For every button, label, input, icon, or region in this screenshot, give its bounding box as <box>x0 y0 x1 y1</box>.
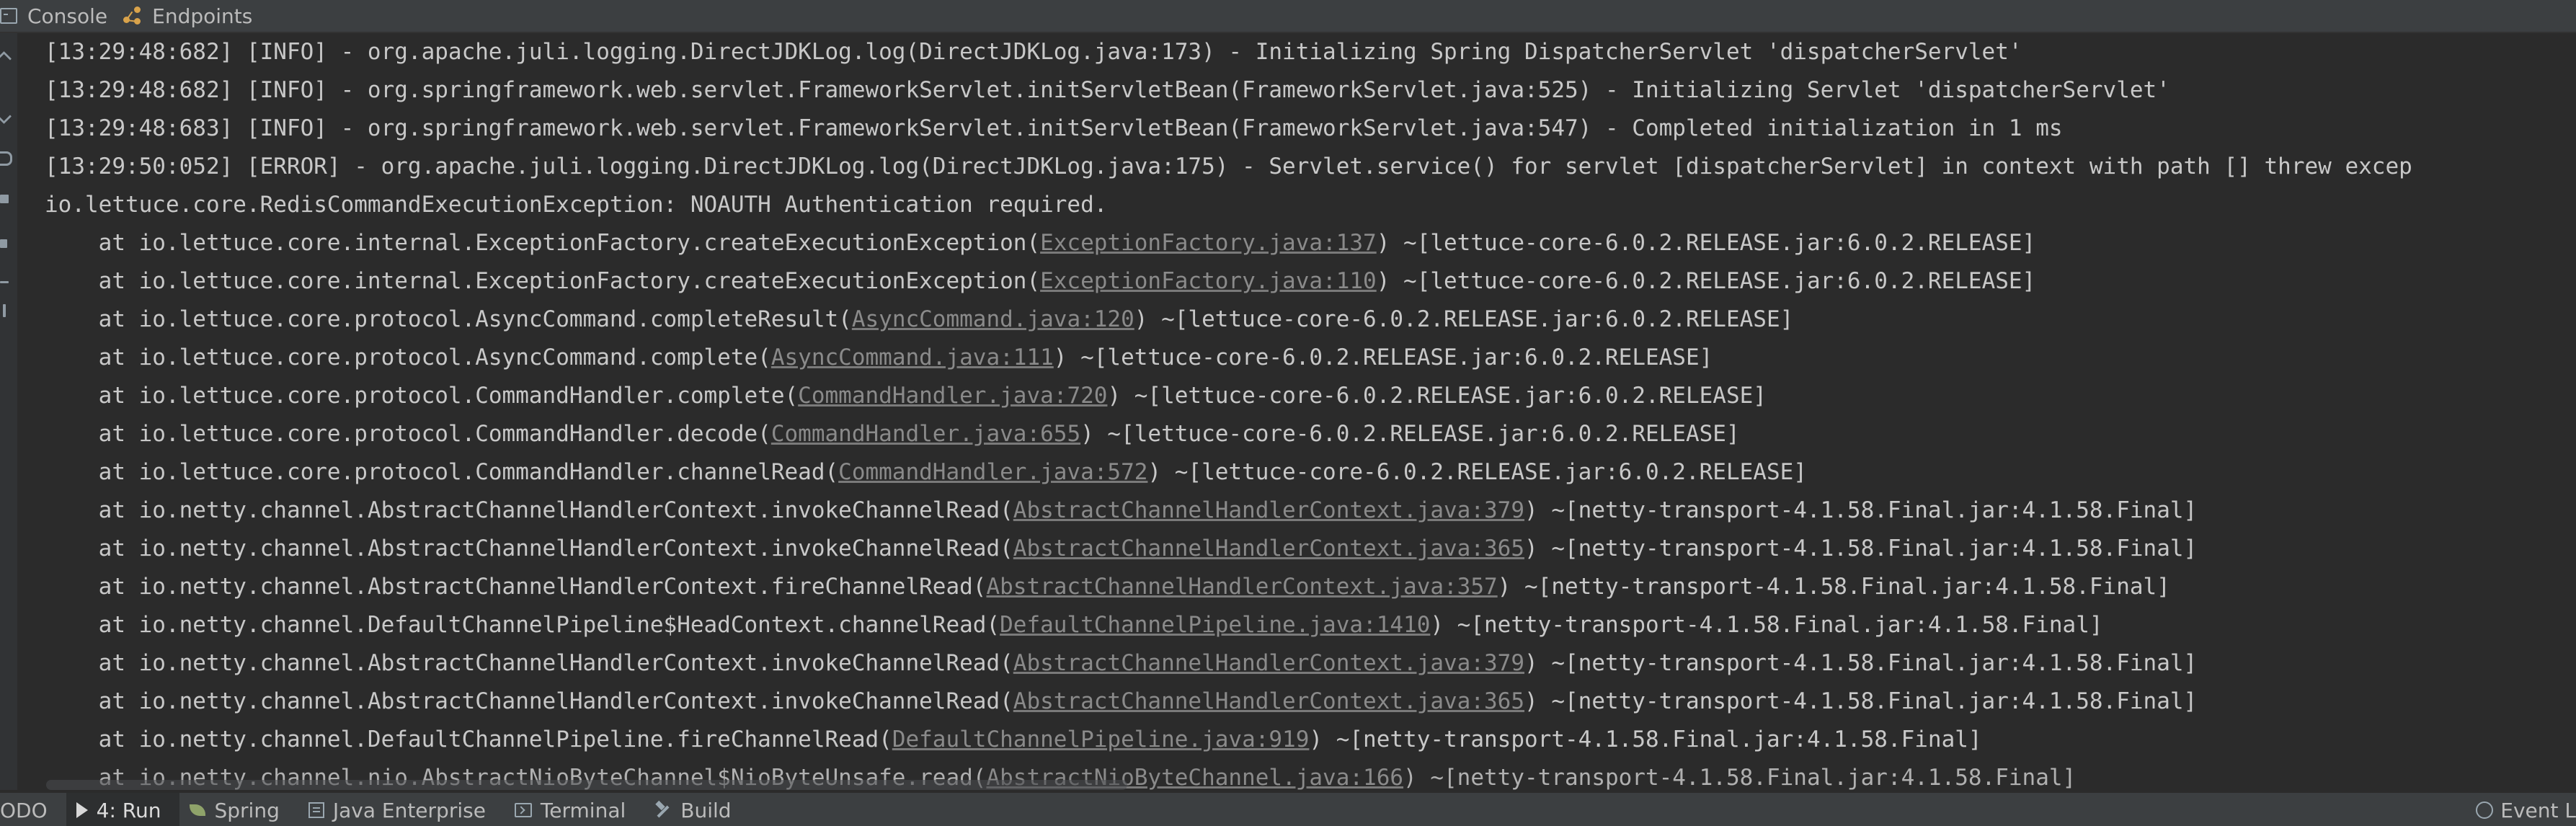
tab-console[interactable]: Console <box>0 0 123 32</box>
tab-console-label: Console <box>27 4 108 28</box>
source-link[interactable]: AbstractChannelHandlerContext.java:357 <box>986 574 1497 600</box>
event-log-icon <box>2476 801 2494 819</box>
source-link[interactable]: AsyncCommand.java:120 <box>852 306 1134 332</box>
tab-endpoints[interactable]: Endpoints <box>123 0 268 32</box>
event-log-button[interactable]: Event L <box>2476 793 2576 826</box>
log-line: [13:29:48:682] [INFO] - org.apache.juli.… <box>45 39 2022 65</box>
scroll-up-icon[interactable] <box>0 50 12 67</box>
stack-frame: at io.netty.channel.DefaultChannelPipeli… <box>45 612 2103 638</box>
build-button[interactable]: Build <box>644 793 750 826</box>
run-label: 4: Run <box>96 798 161 822</box>
stack-frame: at io.lettuce.core.internal.ExceptionFac… <box>45 268 2036 294</box>
spring-label: Spring <box>214 798 280 822</box>
spring-button[interactable]: Spring <box>179 793 298 826</box>
terminal-icon <box>514 803 532 817</box>
source-link[interactable]: CommandHandler.java:572 <box>838 459 1147 485</box>
stack-frame: at io.lettuce.core.protocol.AsyncCommand… <box>45 345 1713 370</box>
stack-frame: at io.lettuce.core.protocol.AsyncCommand… <box>45 306 1794 332</box>
print-icon[interactable] <box>0 239 7 248</box>
scroll-to-end-icon[interactable] <box>0 195 9 203</box>
source-link[interactable]: ExceptionFactory.java:137 <box>1040 230 1377 256</box>
terminal-button[interactable]: Terminal <box>505 793 644 826</box>
stack-frame: at io.lettuce.core.protocol.CommandHandl… <box>45 459 1807 485</box>
stack-frame: at io.lettuce.core.internal.ExceptionFac… <box>45 230 2036 256</box>
endpoints-icon <box>123 6 142 25</box>
source-link[interactable]: CommandHandler.java:720 <box>798 383 1107 409</box>
stack-frame: at io.netty.channel.AbstractChannelHandl… <box>45 497 2198 523</box>
source-link[interactable]: DefaultChannelPipeline.java:1410 <box>1000 612 1430 638</box>
console-output[interactable]: [13:29:48:682] [INFO] - org.apache.juli.… <box>17 33 2576 790</box>
source-link[interactable]: AbstractChannelHandlerContext.java:365 <box>1013 536 1524 561</box>
spring-leaf-icon <box>190 804 206 816</box>
build-hammer-icon <box>654 801 672 819</box>
build-label: Build <box>680 798 732 822</box>
stack-frame: at io.netty.channel.AbstractChannelHandl… <box>45 688 2198 714</box>
tool-window-tabs: Console Endpoints <box>0 0 2576 33</box>
bottom-tool-bar: ODO 4: Run Spring Java Enterprise Termin… <box>0 791 2576 826</box>
source-link[interactable]: DefaultChannelPipeline.java:919 <box>892 727 1310 752</box>
ide-window: Console Endpoints [13:29:48:682] [INFO] … <box>0 0 2576 826</box>
stack-frame: at io.lettuce.core.protocol.CommandHandl… <box>45 383 1767 409</box>
log-line: [13:29:48:683] [INFO] - org.springframew… <box>45 115 2063 141</box>
stack-frame: at io.netty.channel.AbstractChannelHandl… <box>45 574 2170 600</box>
horizontal-scrollbar[interactable] <box>46 780 1127 790</box>
run-icon <box>76 802 88 818</box>
source-link[interactable]: AbstractChannelHandlerContext.java:379 <box>1013 497 1524 523</box>
soft-wrap-icon[interactable] <box>0 151 12 166</box>
log-line-error: [13:29:50:052] [ERROR] - org.apache.juli… <box>45 154 2412 179</box>
source-link[interactable]: AsyncCommand.java:111 <box>771 345 1054 370</box>
source-link[interactable]: ExceptionFactory.java:110 <box>1040 268 1377 294</box>
source-link[interactable]: CommandHandler.java:655 <box>771 421 1080 447</box>
run-button[interactable]: 4: Run <box>66 793 180 826</box>
event-log-label: Event L <box>2500 798 2576 822</box>
java-enterprise-button[interactable]: Java Enterprise <box>298 793 505 826</box>
todo-label: ODO <box>0 798 48 822</box>
terminal-label: Terminal <box>540 798 626 822</box>
source-link[interactable]: AbstractChannelHandlerContext.java:365 <box>1013 688 1524 714</box>
stack-frame: at io.netty.channel.AbstractChannelHandl… <box>45 536 2198 561</box>
tab-endpoints-label: Endpoints <box>152 4 253 28</box>
source-link[interactable]: AbstractChannelHandlerContext.java:379 <box>1013 650 1524 676</box>
trash-icon[interactable] <box>3 304 6 317</box>
stack-frame: at io.netty.channel.AbstractChannelHandl… <box>45 650 2198 676</box>
log-line: [13:29:48:682] [INFO] - org.springframew… <box>45 77 2170 103</box>
java-enterprise-icon <box>308 802 324 818</box>
java-enterprise-label: Java Enterprise <box>332 798 486 822</box>
scroll-down-icon[interactable] <box>0 108 12 125</box>
exception-line: io.lettuce.core.RedisCommandExecutionExc… <box>45 192 1108 218</box>
console-toolbar <box>0 33 18 790</box>
stack-frame: at io.netty.channel.DefaultChannelPipeli… <box>45 727 1982 752</box>
console-icon <box>0 8 17 24</box>
stack-frame: at io.lettuce.core.protocol.CommandHandl… <box>45 421 1740 447</box>
todo-button[interactable]: ODO <box>0 793 66 826</box>
clear-all-icon[interactable] <box>0 281 9 283</box>
